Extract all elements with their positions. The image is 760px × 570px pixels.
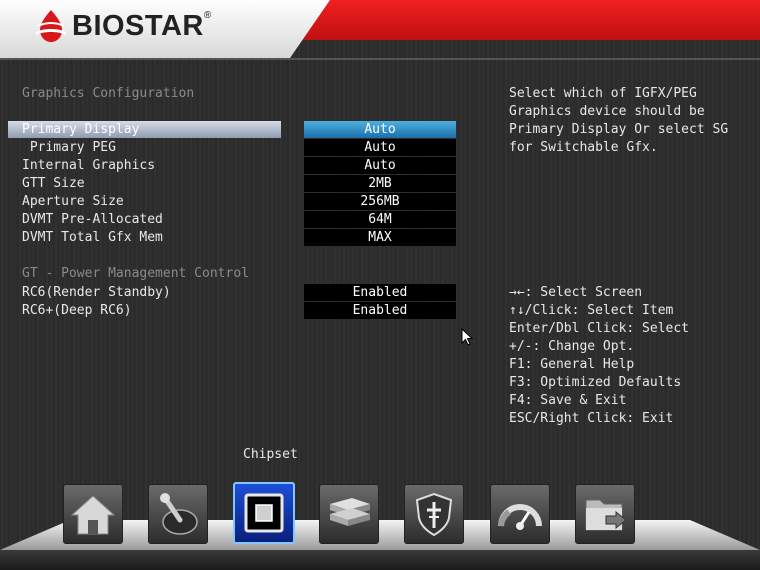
folder-exit-icon	[585, 499, 627, 531]
key-help-change-opt: +/-: Change Opt.	[509, 339, 635, 354]
setting-gtt-size-value[interactable]: 2MB	[304, 175, 456, 192]
setting-primary-peg-value[interactable]: Auto	[304, 139, 456, 156]
dock-tab-boot[interactable]	[319, 484, 379, 544]
dock-tab-chipset[interactable]	[233, 482, 295, 544]
key-help-save-exit: F4: Save & Exit	[509, 393, 627, 408]
brand-name: BIOSTAR	[72, 9, 204, 42]
security-shield-icon	[415, 492, 453, 537]
setting-primary-display-label[interactable]: Primary Display	[22, 121, 139, 139]
key-help-general-help: F1: General Help	[509, 357, 635, 372]
dock-tab-o-n-e[interactable]	[490, 484, 550, 544]
setting-dvmt-pre-allocated-value[interactable]: 64M	[304, 211, 456, 228]
chipset-icon	[244, 493, 284, 533]
setting-rc6-plus-deep-label[interactable]: RC6+(Deep RC6)	[22, 302, 132, 320]
boot-drives-icon	[330, 498, 370, 526]
home-icon	[70, 495, 116, 535]
help-description-line-1: Select which of IGFX/PEG	[509, 86, 697, 101]
setting-internal-graphics-label[interactable]: Internal Graphics	[22, 157, 155, 175]
mouse-cursor-icon	[461, 328, 473, 346]
header-divider	[0, 58, 760, 60]
setting-dvmt-pre-allocated-label[interactable]: DVMT Pre-Allocated	[22, 211, 163, 229]
dock-tab-security[interactable]	[404, 484, 464, 544]
section-graphics-configuration: Graphics Configuration	[22, 86, 195, 101]
key-help-exit: ESC/Right Click: Exit	[509, 411, 674, 426]
dock-tab-save-exit[interactable]	[575, 484, 635, 544]
setting-gtt-size-label[interactable]: GTT Size	[22, 175, 85, 193]
header: BIOSTAR ®	[0, 0, 760, 58]
brand-registered-mark: ®	[203, 10, 212, 21]
speedometer-icon	[498, 504, 542, 530]
dock-base	[0, 550, 760, 570]
section-gt-power-management: GT - Power Management Control	[22, 266, 249, 281]
biostar-flame-icon	[36, 10, 66, 42]
setting-dvmt-total-gfx-mem-label[interactable]: DVMT Total Gfx Mem	[22, 229, 163, 247]
dock-tab-advanced[interactable]	[148, 484, 208, 544]
setting-dvmt-total-gfx-mem-value[interactable]: MAX	[304, 229, 456, 246]
joystick-icon	[160, 493, 198, 535]
setting-primary-peg-label[interactable]: Primary PEG	[22, 139, 116, 157]
key-help-optimized-defaults: F3: Optimized Defaults	[509, 375, 682, 390]
help-description-line-3: Primary Display Or select SG	[509, 122, 729, 137]
dock-tab-main[interactable]	[63, 484, 123, 544]
setting-internal-graphics-value[interactable]: Auto	[304, 157, 456, 174]
active-tab-title: Chipset	[243, 447, 298, 462]
setting-primary-display-value[interactable]: Auto	[304, 121, 456, 138]
setting-rc6-render-standby-value[interactable]: Enabled	[304, 284, 456, 301]
biostar-logo: BIOSTAR ®	[34, 8, 211, 44]
setting-aperture-size-label[interactable]: Aperture Size	[22, 193, 124, 211]
setting-rc6-render-standby-label[interactable]: RC6(Render Standby)	[22, 284, 171, 302]
setting-rc6-plus-deep-value[interactable]: Enabled	[304, 302, 456, 319]
key-help-select-item: ↑↓/Click: Select Item	[509, 303, 674, 318]
help-description-line-2: Graphics device should be	[509, 104, 705, 119]
key-help-select-screen: →←: Select Screen	[509, 285, 643, 300]
help-description-line-4: for Switchable Gfx.	[509, 140, 658, 155]
setting-aperture-size-value[interactable]: 256MB	[304, 193, 456, 210]
key-help-enter-select: Enter/Dbl Click: Select	[509, 321, 690, 336]
